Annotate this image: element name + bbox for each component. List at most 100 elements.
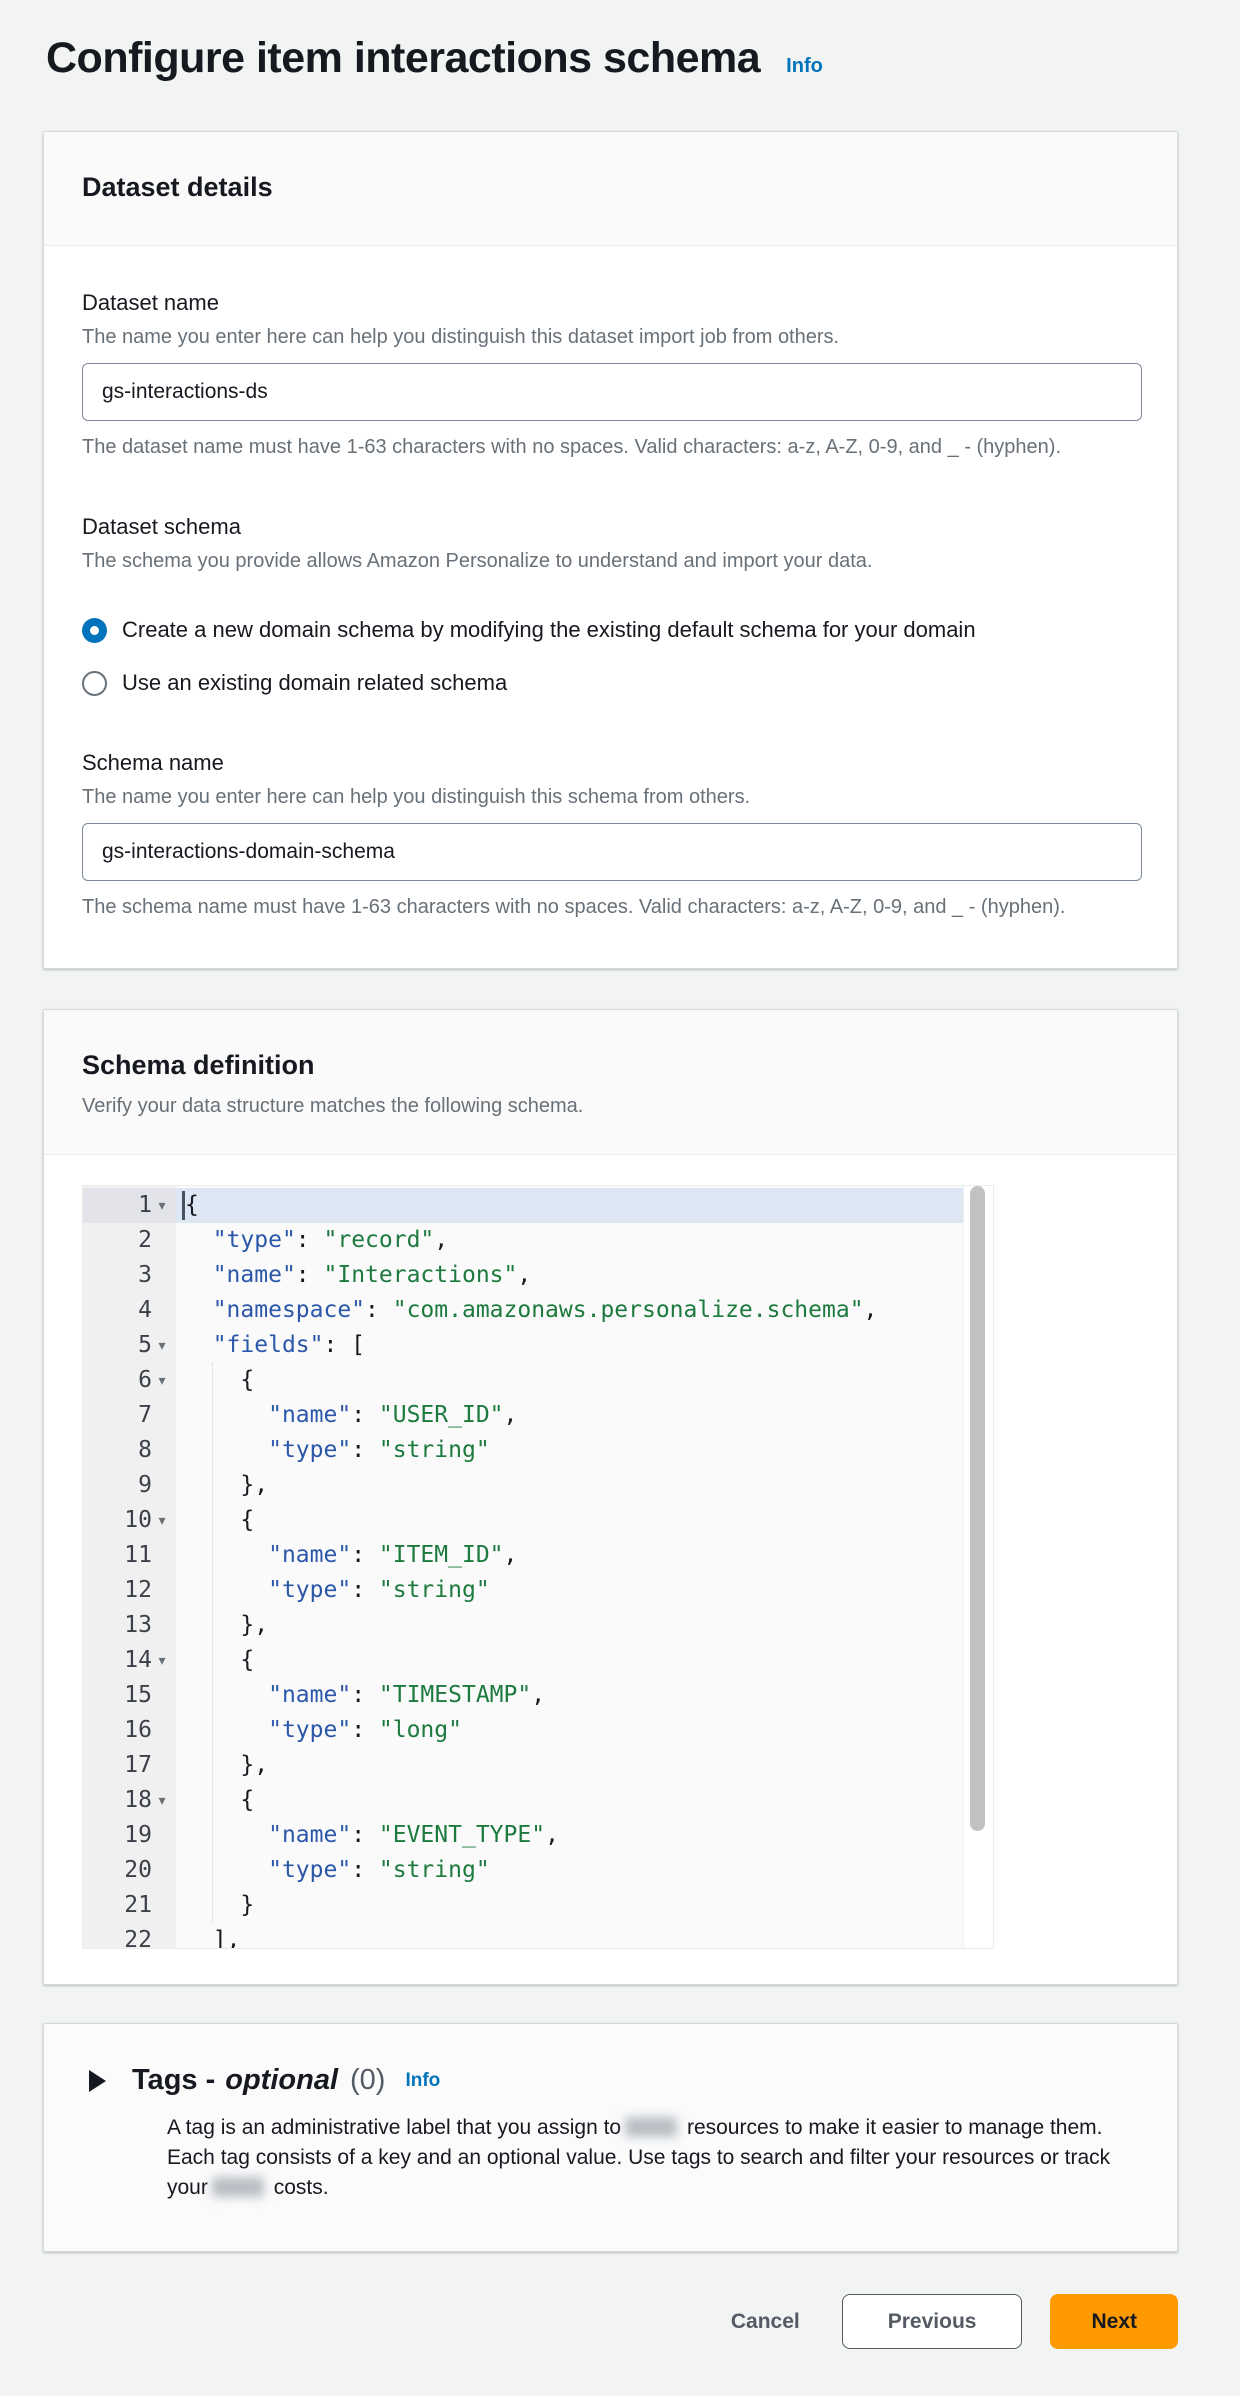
editor-line-number: 11 [83, 1538, 176, 1573]
schema-code-editor[interactable]: 1▾2345▾6▾78910▾11121314▾15161718▾1920212… [82, 1185, 994, 1949]
tags-title-prefix: Tags - [132, 2064, 215, 2097]
radio-button-icon[interactable] [82, 671, 107, 696]
editor-line-number: 10▾ [83, 1503, 176, 1538]
schema-definition-body: 1▾2345▾6▾78910▾11121314▾15161718▾1920212… [44, 1155, 1177, 1984]
editor-code-line[interactable]: ], [176, 1923, 964, 1948]
schema-definition-card: Schema definition Verify your data struc… [43, 1009, 1178, 1985]
fold-arrow-icon[interactable]: ▾ [152, 1363, 172, 1398]
editor-code-line[interactable]: "type": "string" [176, 1573, 964, 1608]
fold-arrow-icon[interactable]: ▾ [152, 1503, 172, 1538]
redacted-text [212, 2177, 264, 2197]
editor-scrollbar-track[interactable] [963, 1186, 993, 1948]
editor-code-line[interactable]: { [176, 1783, 964, 1818]
radio-create-new-schema[interactable]: Create a new domain schema by modifying … [82, 617, 1139, 643]
next-button[interactable]: Next [1050, 2294, 1178, 2349]
editor-line-number: 20 [83, 1853, 176, 1888]
tags-count: (0) [350, 2064, 385, 2097]
editor-line-number: 7 [83, 1398, 176, 1433]
page-info-link[interactable]: Info [786, 55, 823, 78]
tags-description-part3: costs. [274, 2176, 329, 2199]
editor-code-line[interactable]: "fields": [ [176, 1328, 964, 1363]
radio-use-existing-schema[interactable]: Use an existing domain related schema [82, 670, 1139, 696]
editor-code-line[interactable]: "type": "string" [176, 1853, 964, 1888]
dataset-name-description: The name you enter here can help you dis… [82, 326, 1139, 349]
dataset-schema-radio-group: Create a new domain schema by modifying … [82, 617, 1139, 696]
editor-code-line[interactable]: "name": "EVENT_TYPE", [176, 1818, 964, 1853]
schema-name-label: Schema name [82, 750, 1139, 776]
editor-line-number: 17 [83, 1748, 176, 1783]
editor-code-line[interactable]: "type": "string" [176, 1433, 964, 1468]
dataset-name-input[interactable] [82, 363, 1142, 421]
editor-code-line[interactable]: "type": "long" [176, 1713, 964, 1748]
tags-description: A tag is an administrative label that yo… [167, 2113, 1137, 2203]
editor-code-line[interactable]: { [176, 1188, 964, 1223]
fold-arrow-icon[interactable]: ▾ [152, 1783, 172, 1818]
dataset-details-card: Dataset details Dataset name The name yo… [43, 131, 1178, 969]
editor-line-number: 8 [83, 1433, 176, 1468]
editor-code-line[interactable]: }, [176, 1468, 964, 1503]
editor-line-number: 13 [83, 1608, 176, 1643]
schema-name-input[interactable] [82, 823, 1142, 881]
radio-create-new-schema-label: Create a new domain schema by modifying … [122, 617, 976, 643]
dataset-schema-description: The schema you provide allows Amazon Per… [82, 550, 1139, 573]
editor-line-number: 4 [83, 1293, 176, 1328]
wizard-footer: Cancel Previous Next [43, 2294, 1178, 2349]
fold-arrow-icon[interactable]: ▾ [152, 1328, 172, 1363]
tags-optional-word: optional [225, 2064, 338, 2097]
fold-arrow-icon[interactable]: ▾ [152, 1643, 172, 1678]
editor-line-number: 9 [83, 1468, 176, 1503]
editor-code-line[interactable]: "name": "TIMESTAMP", [176, 1678, 964, 1713]
editor-code-line[interactable]: }, [176, 1608, 964, 1643]
schema-definition-heading: Schema definition [82, 1050, 1139, 1081]
editor-code-line[interactable]: "namespace": "com.amazonaws.personalize.… [176, 1293, 964, 1328]
text-cursor [182, 1191, 185, 1220]
editor-code-line[interactable]: { [176, 1363, 964, 1398]
cancel-button[interactable]: Cancel [717, 2294, 814, 2349]
radio-button-icon[interactable] [82, 618, 107, 643]
dataset-name-label: Dataset name [82, 290, 1139, 316]
editor-code-line[interactable]: }, [176, 1748, 964, 1783]
editor-line-number: 16 [83, 1713, 176, 1748]
dataset-name-group: Dataset name The name you enter here can… [82, 290, 1139, 462]
fold-arrow-icon[interactable]: ▾ [152, 1188, 172, 1223]
editor-code-line[interactable]: } [176, 1888, 964, 1923]
editor-code-line[interactable]: { [176, 1643, 964, 1678]
editor-line-number: 14▾ [83, 1643, 176, 1678]
editor-line-number: 15 [83, 1678, 176, 1713]
editor-line-number: 21 [83, 1888, 176, 1923]
editor-code-line[interactable]: "name": "ITEM_ID", [176, 1538, 964, 1573]
editor-line-number: 3 [83, 1258, 176, 1293]
tags-expander[interactable]: Tags - optional (0) Info [89, 2064, 1137, 2097]
dataset-name-constraint: The dataset name must have 1-63 characte… [82, 433, 1067, 462]
redacted-text [625, 2117, 677, 2137]
dataset-details-heading: Dataset details [82, 172, 1139, 203]
dataset-schema-label: Dataset schema [82, 514, 1139, 540]
schema-name-constraint: The schema name must have 1-63 character… [82, 893, 1067, 922]
editor-line-number: 5▾ [83, 1328, 176, 1363]
editor-line-number: 19 [83, 1818, 176, 1853]
tags-panel: Tags - optional (0) Info A tag is an adm… [43, 2023, 1178, 2252]
expand-caret-icon[interactable] [89, 2070, 106, 2092]
editor-code-line[interactable]: "name": "USER_ID", [176, 1398, 964, 1433]
schema-definition-description: Verify your data structure matches the f… [82, 1095, 1139, 1118]
editor-line-number: 1▾ [83, 1188, 176, 1223]
editor-line-number: 12 [83, 1573, 176, 1608]
editor-code-area[interactable]: { "type": "record", "name": "Interaction… [176, 1186, 964, 1948]
editor-scrollbar-thumb[interactable] [970, 1186, 985, 1831]
dataset-details-header: Dataset details [44, 132, 1177, 246]
dataset-schema-group: Dataset schema The schema you provide al… [82, 514, 1139, 696]
editor-code-line[interactable]: "name": "Interactions", [176, 1258, 964, 1293]
dataset-details-body: Dataset name The name you enter here can… [44, 246, 1177, 968]
previous-button[interactable]: Previous [842, 2294, 1023, 2349]
editor-line-number: 2 [83, 1223, 176, 1258]
editor-code-line[interactable]: { [176, 1503, 964, 1538]
page-header: Configure item interactions schema Info [46, 34, 1178, 83]
editor-code-line[interactable]: "type": "record", [176, 1223, 964, 1258]
page-title: Configure item interactions schema [46, 34, 760, 83]
tags-info-link[interactable]: Info [405, 2070, 440, 2092]
schema-name-description: The name you enter here can help you dis… [82, 786, 1139, 809]
schema-definition-header: Schema definition Verify your data struc… [44, 1010, 1177, 1155]
editor-line-number: 6▾ [83, 1363, 176, 1398]
editor-line-number: 22 [83, 1923, 176, 1949]
radio-use-existing-schema-label: Use an existing domain related schema [122, 670, 507, 696]
